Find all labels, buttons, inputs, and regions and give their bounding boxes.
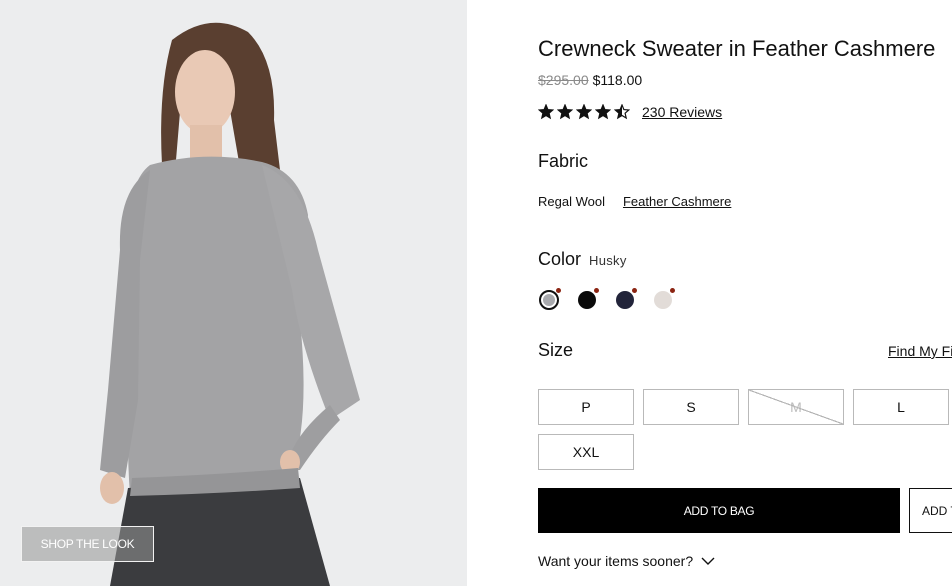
star-rating (538, 104, 630, 120)
reviews-link[interactable]: 230 Reviews (642, 104, 722, 120)
color-swatches (538, 288, 675, 311)
color-swatch[interactable] (538, 288, 561, 311)
size-option-xxl[interactable]: XXL (538, 434, 634, 470)
size-option-s[interactable]: S (643, 389, 739, 425)
fabric-heading: Fabric (538, 151, 589, 171)
find-my-fit-link[interactable]: Find My Fit (888, 343, 952, 359)
sale-marker-icon (670, 288, 675, 293)
delivery-options-toggle[interactable]: Want your items sooner? (538, 553, 715, 569)
star-full-icon (595, 104, 611, 120)
color-swatch[interactable] (576, 288, 599, 311)
size-heading: Size (538, 340, 574, 360)
star-half-icon (614, 104, 630, 120)
product-image: SHOP THE LOOK (0, 0, 467, 586)
selected-color-name: Husky (589, 253, 627, 268)
color-heading: Color Husky (538, 249, 627, 270)
fabric-options: Regal Wool Feather Cashmere (538, 194, 731, 209)
size-option-l[interactable]: L (853, 389, 949, 425)
model-photo (0, 0, 467, 586)
color-swatch[interactable] (614, 288, 637, 311)
sale-marker-icon (632, 288, 637, 293)
rating: 230 Reviews (538, 104, 722, 120)
secondary-add-button[interactable]: ADD TO (909, 488, 952, 533)
fabric-option-regal-wool[interactable]: Regal Wool (538, 194, 605, 209)
product-details: Crewneck Sweater in Feather Cashmere $29… (538, 0, 952, 586)
color-swatch[interactable] (652, 288, 675, 311)
sale-marker-icon (594, 288, 599, 293)
color-label: Color (538, 249, 582, 269)
star-full-icon (538, 104, 554, 120)
swatch-color-dot (578, 291, 596, 309)
size-option-m[interactable]: M (748, 389, 844, 425)
add-to-bag-button[interactable]: ADD TO BAG (538, 488, 900, 533)
fabric-option-feather-cashmere[interactable]: Feather Cashmere (623, 194, 731, 209)
star-full-icon (576, 104, 592, 120)
product-title: Crewneck Sweater in Feather Cashmere (538, 36, 936, 61)
sale-price: $118.00 (592, 72, 643, 88)
delivery-options-label: Want your items sooner? (538, 553, 694, 569)
original-price: $295.00 (538, 72, 589, 88)
swatch-color-dot (654, 291, 672, 309)
swatch-color-dot (616, 291, 634, 309)
sale-marker-icon (556, 288, 561, 293)
price: $295.00 $118.00 (538, 72, 642, 88)
shop-the-look-button[interactable]: SHOP THE LOOK (21, 526, 154, 562)
size-option-p[interactable]: P (538, 389, 634, 425)
chevron-down-icon (701, 557, 715, 565)
swatch-color-dot (539, 290, 559, 310)
star-full-icon (557, 104, 573, 120)
